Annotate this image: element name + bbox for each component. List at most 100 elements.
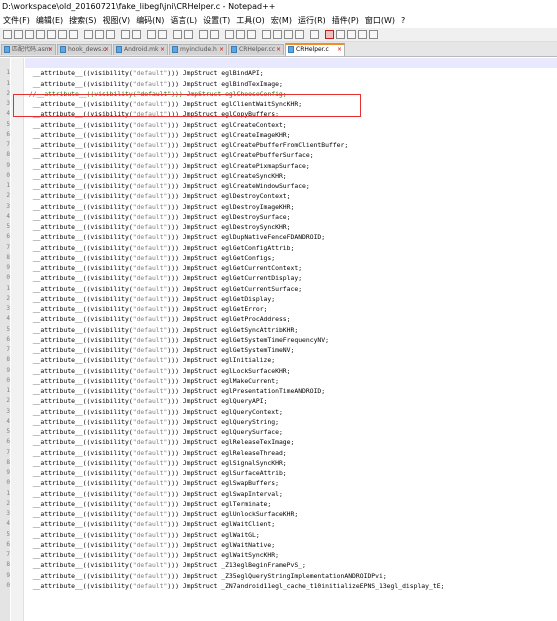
play-macro-icon[interactable] (347, 30, 356, 39)
code-line[interactable]: 2 //__attribute__((visibility("default")… (6, 89, 557, 99)
code-line[interactable]: 9 __attribute__((visibility("default")))… (6, 571, 557, 581)
code-line[interactable]: 6 __attribute__((visibility("default")))… (6, 540, 557, 550)
code-line[interactable]: 7 __attribute__((visibility("default")))… (6, 140, 557, 150)
code-editor[interactable]: 1 __attribute__((visibility("default")))… (0, 58, 557, 621)
code-line[interactable]: 5 __attribute__((visibility("default")))… (6, 325, 557, 335)
code-line[interactable]: 7 __attribute__((visibility("default")))… (6, 345, 557, 355)
tab-close-icon[interactable]: × (160, 45, 165, 55)
undo-icon[interactable] (121, 30, 130, 39)
tab-close-icon[interactable]: × (104, 45, 109, 55)
word-wrap-icon[interactable] (225, 30, 234, 39)
record-macro-icon[interactable] (325, 30, 334, 39)
code-line[interactable]: 9 __attribute__((visibility("default")))… (6, 161, 557, 171)
show-all-chars-icon[interactable] (236, 30, 245, 39)
find-icon[interactable] (147, 30, 156, 39)
code-line[interactable]: 7 __attribute__((visibility("default")))… (6, 448, 557, 458)
save-icon[interactable] (25, 30, 34, 39)
code-line[interactable]: 1 __attribute__((visibility("default")))… (6, 79, 557, 89)
monitoring-icon[interactable] (310, 30, 319, 39)
code-line[interactable]: 3 __attribute__((visibility("default")))… (6, 304, 557, 314)
close-icon[interactable] (47, 30, 56, 39)
code-line[interactable]: 0 __attribute__((visibility("default")))… (6, 171, 557, 181)
function-list-icon[interactable] (284, 30, 293, 39)
menu-run[interactable]: 运行(R) (295, 14, 329, 28)
zoom-out-icon[interactable] (184, 30, 193, 39)
code-line[interactable]: 8 __attribute__((visibility("default")))… (6, 150, 557, 160)
code-line[interactable]: 6 __attribute__((visibility("default")))… (6, 335, 557, 345)
tab-close-icon[interactable]: × (219, 45, 224, 55)
code-line[interactable]: 3 __attribute__((visibility("default")))… (6, 202, 557, 212)
code-line[interactable]: 0 __attribute__((visibility("default")))… (6, 273, 557, 283)
code-line[interactable]: 6 __attribute__((visibility("default")))… (6, 437, 557, 447)
tab-android-mk[interactable]: Android.mk × (113, 44, 168, 55)
code-line[interactable]: 4 __attribute__((visibility("default")))… (6, 212, 557, 222)
folder-as-workspace-icon[interactable] (295, 30, 304, 39)
tab-close-icon[interactable]: × (337, 45, 342, 55)
code-line[interactable]: 7 __attribute__((visibility("default")))… (6, 550, 557, 560)
code-line[interactable]: 0 __attribute__((visibility("default")))… (6, 581, 557, 591)
indent-guide-icon[interactable] (247, 30, 256, 39)
code-line[interactable]: 6 __attribute__((visibility("default")))… (6, 130, 557, 140)
document-map-icon[interactable] (273, 30, 282, 39)
close-all-icon[interactable] (58, 30, 67, 39)
menu-view[interactable]: 视图(V) (99, 14, 133, 28)
code-line[interactable]: 1 __attribute__((visibility("default")))… (6, 181, 557, 191)
tab-crhelper-c[interactable]: CRHelper.c × (285, 43, 345, 56)
code-line[interactable]: 2 __attribute__((visibility("default")))… (6, 499, 557, 509)
menu-window[interactable]: 窗口(W) (362, 14, 398, 28)
menu-search[interactable]: 搜索(S) (66, 14, 99, 28)
code-line[interactable]: 0 __attribute__((visibility("default")))… (6, 478, 557, 488)
code-line[interactable]: 4 __attribute__((visibility("default")))… (6, 109, 557, 119)
code-line[interactable]: 1 __attribute__((visibility("default")))… (6, 68, 557, 78)
stop-recording-icon[interactable] (336, 30, 345, 39)
print-icon[interactable] (69, 30, 78, 39)
tab-crhelper-cc[interactable]: CRHelper.cc × (228, 44, 284, 55)
code-line[interactable]: 8 __attribute__((visibility("default")))… (6, 355, 557, 365)
code-line[interactable]: 2 __attribute__((visibility("default")))… (6, 294, 557, 304)
code-line[interactable]: 8 __attribute__((visibility("default")))… (6, 560, 557, 570)
code-line[interactable]: 6 __attribute__((visibility("default")))… (6, 232, 557, 242)
code-line[interactable] (25, 58, 557, 69)
code-line[interactable]: 5 __attribute__((visibility("default")))… (6, 222, 557, 232)
tab-close-icon[interactable]: × (276, 45, 281, 55)
new-file-icon[interactable] (3, 30, 12, 39)
menu-macro[interactable]: 宏(M) (268, 14, 295, 28)
run-macro-multiple-icon[interactable] (358, 30, 367, 39)
redo-icon[interactable] (132, 30, 141, 39)
menu-encoding[interactable]: 编码(N) (133, 14, 167, 28)
menu-help[interactable]: ? (398, 14, 408, 28)
zoom-in-icon[interactable] (173, 30, 182, 39)
tab-close-icon[interactable]: × (48, 45, 53, 55)
copy-icon[interactable] (95, 30, 104, 39)
menu-language[interactable]: 语言(L) (167, 14, 200, 28)
replace-icon[interactable] (158, 30, 167, 39)
open-file-icon[interactable] (14, 30, 23, 39)
code-line[interactable]: 1 __attribute__((visibility("default")))… (6, 386, 557, 396)
code-line[interactable]: 1 __attribute__((visibility("default")))… (6, 489, 557, 499)
menu-settings[interactable]: 设置(T) (200, 14, 233, 28)
code-line[interactable]: 4 __attribute__((visibility("default")))… (6, 417, 557, 427)
menu-file[interactable]: 文件(F) (0, 14, 33, 28)
paste-icon[interactable] (106, 30, 115, 39)
code-line[interactable]: 5 __attribute__((visibility("default")))… (6, 427, 557, 437)
code-line[interactable]: 5 __attribute__((visibility("default")))… (6, 530, 557, 540)
code-line[interactable]: 4 __attribute__((visibility("default")))… (6, 314, 557, 324)
code-line[interactable]: 8 __attribute__((visibility("default")))… (6, 253, 557, 263)
menu-edit[interactable]: 编辑(E) (33, 14, 66, 28)
sync-horizontal-icon[interactable] (210, 30, 219, 39)
save-all-icon[interactable] (36, 30, 45, 39)
tab-asm[interactable]: 匹配代码.asm × (1, 44, 56, 55)
code-line[interactable]: 4 __attribute__((visibility("default")))… (6, 519, 557, 529)
code-line[interactable]: 3 __attribute__((visibility("default")))… (6, 407, 557, 417)
code-line[interactable]: 3 __attribute__((visibility("default")))… (6, 509, 557, 519)
menu-plugins[interactable]: 插件(P) (329, 14, 362, 28)
code-line[interactable]: 8 __attribute__((visibility("default")))… (6, 458, 557, 468)
code-line[interactable]: 0 __attribute__((visibility("default")))… (6, 376, 557, 386)
menu-tools[interactable]: 工具(O) (233, 14, 268, 28)
save-macro-icon[interactable] (369, 30, 378, 39)
tab-myinclude[interactable]: myinclude.h × (169, 44, 227, 55)
code-line[interactable]: 9 __attribute__((visibility("default")))… (6, 468, 557, 478)
user-defined-language-icon[interactable] (262, 30, 271, 39)
code-line[interactable]: 7 __attribute__((visibility("default")))… (6, 243, 557, 253)
code-line[interactable]: 2 __attribute__((visibility("default")))… (6, 191, 557, 201)
